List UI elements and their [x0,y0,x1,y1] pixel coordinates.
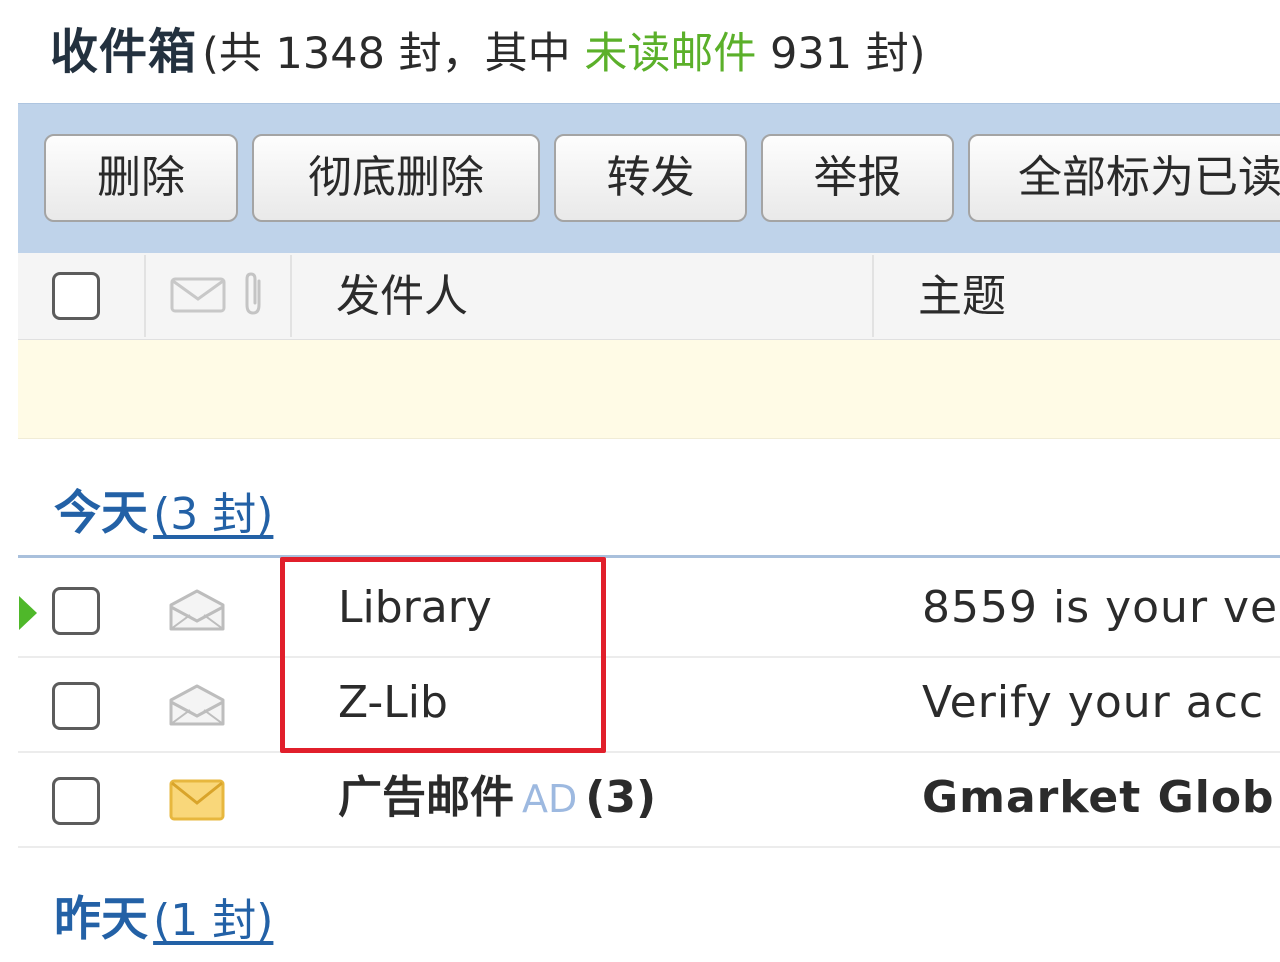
subject-column-header[interactable]: 主题 [918,267,1006,327]
sender-column-header[interactable]: 发件人 [336,267,468,327]
mail-row[interactable]: Library 8559 is your ve [18,562,1280,658]
mail-row[interactable]: Z-Lib Verify your acc [18,657,1280,753]
column-divider [872,255,874,337]
group-yesterday-count-link[interactable]: (1 封) [153,895,273,946]
row-sender[interactable]: 广告邮件 AD (3) [338,768,656,829]
unread-envelope-icon [169,779,225,821]
ad-mail-count: (3) [585,772,657,823]
folder-count-suffix: 931 封) [756,29,926,79]
highlight-box [280,557,606,753]
mark-all-read-button[interactable]: 全部标为已读 [968,134,1280,222]
group-yesterday-label: 昨天 [54,892,148,947]
group-yesterday: 昨天 (1 封) [54,888,273,952]
select-all-checkbox[interactable] [52,272,100,320]
notice-band [18,340,1280,439]
group-divider [18,555,1280,558]
row-subject[interactable]: 8559 is your ve [922,578,1278,638]
envelope-column-icon[interactable] [170,275,228,315]
row-subject[interactable]: Verify your acc [922,673,1264,733]
ad-tag-badge: AD [522,777,578,821]
folder-count-prefix: (共 1348 封，其中 [202,29,585,79]
unread-mail-link[interactable]: 未读邮件 [584,29,756,79]
row-checkbox[interactable] [52,682,100,730]
column-divider [144,255,146,337]
column-header: 发件人 主题 [18,253,1280,341]
group-today-label: 今天 [54,486,148,541]
row-subject[interactable]: Gmarket Glob [922,768,1275,828]
attachment-column-icon[interactable] [240,271,268,317]
permanent-delete-button[interactable]: 彻底删除 [252,134,540,222]
ad-mail-sender: 广告邮件 [338,772,514,823]
row-checkbox[interactable] [52,587,100,635]
group-today: 今天 (3 封) [54,482,273,546]
opened-envelope-icon [169,589,225,631]
report-button[interactable]: 举报 [761,134,954,222]
delete-button[interactable]: 删除 [44,134,238,222]
opened-envelope-icon [169,684,225,726]
folder-name: 收件箱 [50,24,198,80]
group-today-count-link[interactable]: (3 封) [153,489,273,540]
folder-title: 收件箱 (共 1348 封，其中 未读邮件 931 封) [50,20,926,84]
row-checkbox[interactable] [52,777,100,825]
mail-toolbar: 删除 彻底删除 转发 举报 全部标为已读 [18,103,1280,254]
mail-row[interactable]: 广告邮件 AD (3) Gmarket Glob [18,752,1280,848]
column-divider [290,255,292,337]
forward-button[interactable]: 转发 [554,134,747,222]
